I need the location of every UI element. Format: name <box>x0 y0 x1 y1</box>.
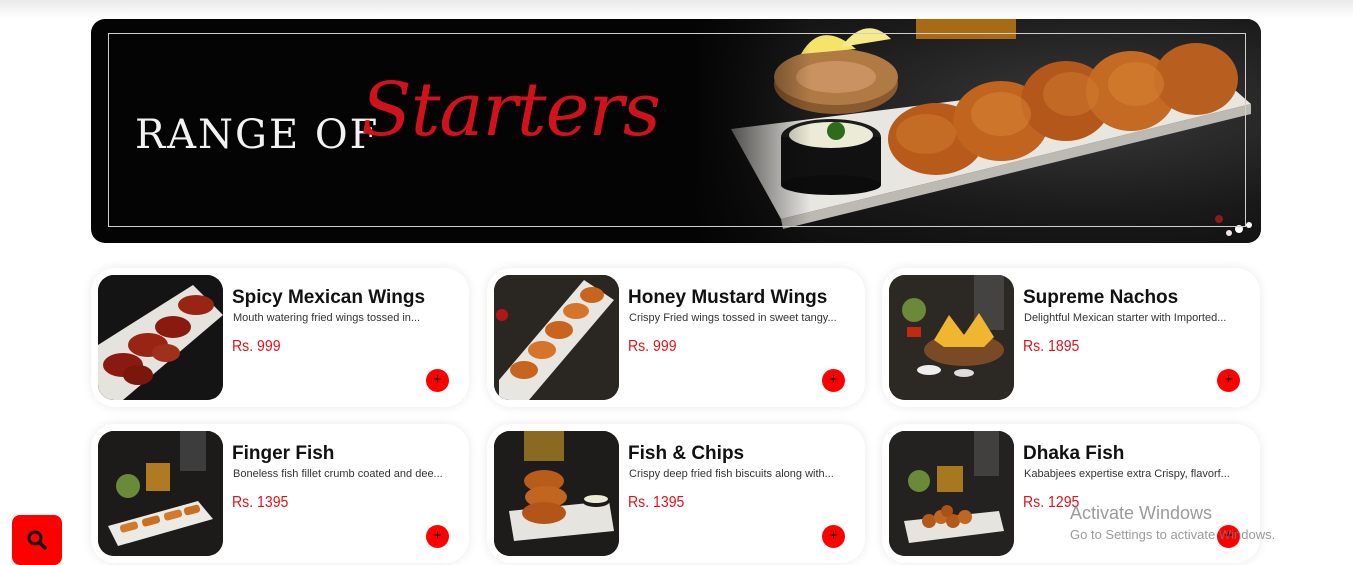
search-icon <box>27 530 47 550</box>
menu-item-card[interactable]: Dhaka Fish Kababjees expertise extra Cri… <box>882 424 1260 563</box>
menu-item-card[interactable]: Honey Mustard Wings Crispy Fried wings t… <box>487 268 865 407</box>
add-to-cart-button[interactable]: + <box>822 369 845 392</box>
plus-icon: + <box>829 527 838 544</box>
menu-item-name: Finger Fish <box>232 443 335 464</box>
menu-item-price: Rs. 999 <box>628 338 677 355</box>
menu-item-name: Fish & Chips <box>628 443 745 464</box>
add-to-cart-button[interactable]: + <box>822 525 845 548</box>
banner-food-photo <box>691 19 1261 243</box>
menu-item-price: Rs. 1395 <box>232 494 289 511</box>
menu-item-name: Supreme Nachos <box>1023 287 1179 308</box>
menu-item-image <box>98 431 223 556</box>
watermark-subtitle: Go to Settings to activate Windows. <box>1070 527 1276 542</box>
menu-item-image <box>889 431 1014 556</box>
menu-item-name: Dhaka Fish <box>1023 443 1125 464</box>
menu-item-name: Spicy Mexican Wings <box>232 287 426 308</box>
menu-item-description: Mouth watering fried wings tossed in... <box>233 312 421 324</box>
search-button[interactable] <box>12 515 62 565</box>
menu-item-name: Honey Mustard Wings <box>628 287 828 308</box>
plus-icon: + <box>433 527 442 544</box>
plus-icon: + <box>1224 371 1233 388</box>
starters-banner: RANGE OF Starters <box>91 19 1261 243</box>
add-to-cart-button[interactable]: + <box>426 369 449 392</box>
watermark-title: Activate Windows <box>1070 503 1213 523</box>
menu-item-image <box>494 431 619 556</box>
plus-icon: + <box>433 371 442 388</box>
menu-item-card[interactable]: Finger Fish Boneless fish fillet crumb c… <box>91 424 469 563</box>
menu-item-image <box>889 275 1014 400</box>
menu-item-card[interactable]: Supreme Nachos Delightful Mexican starte… <box>882 268 1260 407</box>
add-to-cart-button[interactable]: + <box>426 525 449 548</box>
banner-title-prefix: RANGE OF <box>135 112 380 158</box>
menu-item-price: Rs. 1395 <box>628 494 685 511</box>
menu-item-description: Delightful Mexican starter with Imported… <box>1024 312 1227 324</box>
plus-icon: + <box>829 371 838 388</box>
menu-item-price: Rs. 1895 <box>1023 338 1080 355</box>
menu-item-description: Kababjees expertise extra Crispy, flavor… <box>1024 468 1230 480</box>
banner-title-script: Starters <box>361 67 661 153</box>
menu-item-card[interactable]: Spicy Mexican Wings Mouth watering fried… <box>91 268 469 407</box>
menu-item-image <box>494 275 619 400</box>
menu-item-description: Crispy Fried wings tossed in sweet tangy… <box>629 312 837 324</box>
menu-item-description: Crispy deep fried fish biscuits along wi… <box>629 468 834 480</box>
header-shadow <box>0 0 1353 18</box>
menu-item-description: Boneless fish fillet crumb coated and de… <box>233 468 443 480</box>
menu-item-image <box>98 275 223 400</box>
add-to-cart-button[interactable]: + <box>1217 369 1240 392</box>
activate-windows-watermark: Activate Windows Go to Settings to activ… <box>1070 503 1275 542</box>
menu-item-card[interactable]: Fish & Chips Crispy deep fried fish bisc… <box>487 424 865 563</box>
menu-item-price: Rs. 999 <box>232 338 281 355</box>
